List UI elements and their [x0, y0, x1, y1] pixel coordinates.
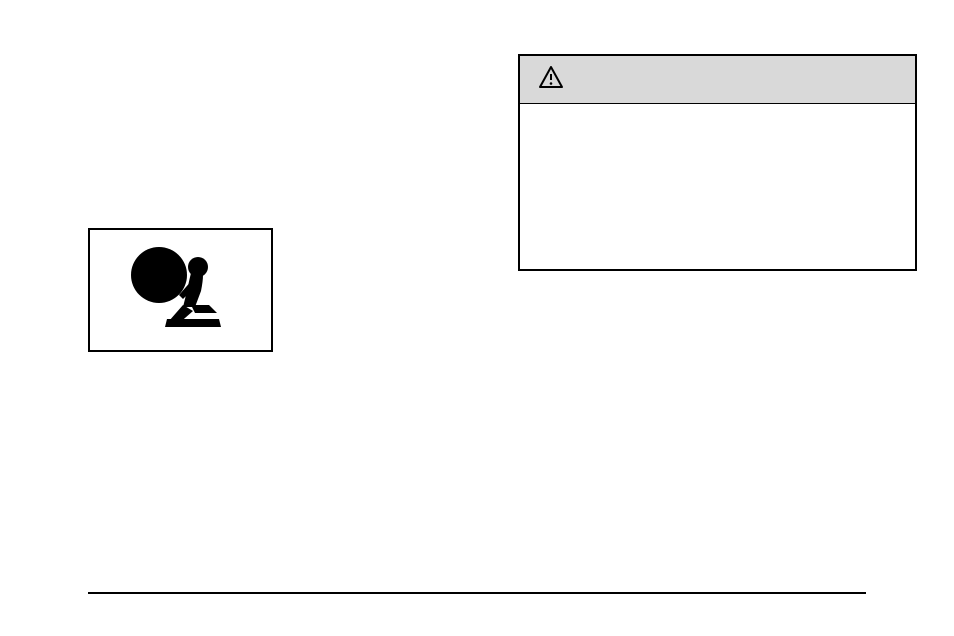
- warning-triangle-icon: [538, 65, 564, 94]
- airbag-icon-box: [88, 228, 273, 352]
- caution-box: [518, 54, 917, 271]
- caution-header: [520, 56, 915, 104]
- page-footer-line: [88, 592, 866, 594]
- airbag-icon: [121, 243, 241, 338]
